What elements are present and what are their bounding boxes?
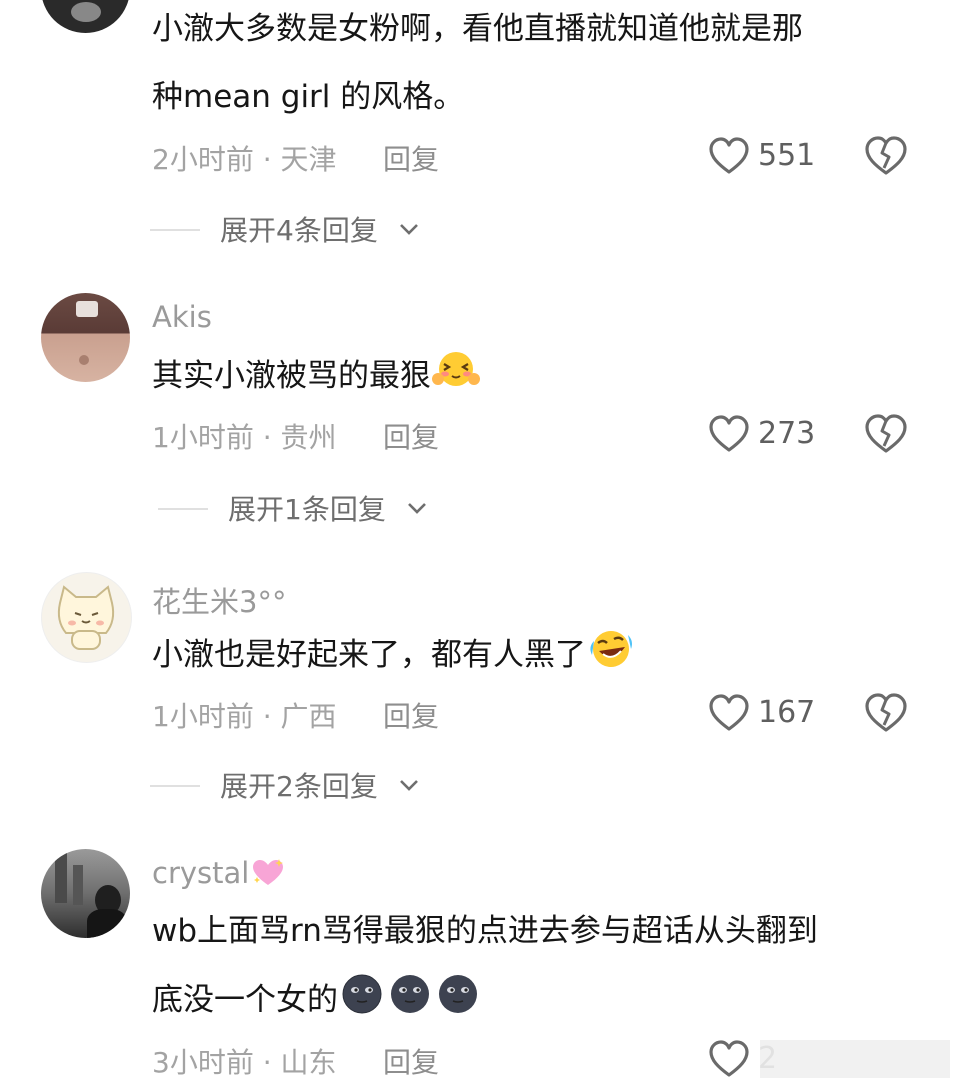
sparkling-heart-emoji	[249, 857, 287, 896]
comment-time: 1小时前	[152, 421, 254, 454]
username-text: crystal	[152, 856, 250, 890]
chevron-down-icon	[408, 503, 426, 514]
reply-button[interactable]: 回复	[383, 416, 439, 456]
expand-replies-label: 展开2条回复	[220, 770, 378, 803]
username[interactable]: Akis	[152, 300, 212, 334]
avatar[interactable]	[41, 572, 132, 663]
comment-text: 其实小澈被骂的最狠	[152, 346, 481, 411]
like-button[interactable]: 273	[708, 414, 828, 454]
reply-button[interactable]: 回复	[383, 138, 439, 178]
dislike-button[interactable]	[864, 413, 908, 457]
comment-location: 天津	[280, 143, 337, 176]
expand-replies-label: 展开1条回复	[228, 493, 386, 526]
broken-heart-icon	[865, 693, 907, 732]
comment-location: 广西	[280, 700, 337, 733]
dislike-button[interactable]	[864, 135, 908, 179]
comment-text-line: wb上面骂rn骂得最狠的点进去参与超话从头翻到	[152, 913, 818, 949]
comment-meta: 3小时前 · 山东	[152, 1046, 337, 1079]
comment-meta: 2小时前 · 天津	[152, 143, 337, 176]
expand-replies-label: 展开4条回复	[220, 214, 378, 247]
divider	[150, 785, 200, 787]
chevron-down-icon	[400, 224, 418, 235]
heart-outline-icon	[709, 694, 749, 731]
comment-text-content: 底没一个女的	[152, 982, 338, 1018]
comment-time: 3小时前	[152, 1046, 254, 1079]
comment-time: 2小时前	[152, 143, 254, 176]
new-moon-face-emoji	[338, 970, 386, 1035]
divider	[150, 229, 200, 231]
expand-replies[interactable]: 展开4条回复	[150, 209, 550, 249]
dislike-button[interactable]	[864, 692, 908, 736]
username[interactable]: 花生米3°°	[152, 579, 286, 621]
heart-outline-icon	[709, 415, 749, 452]
new-moon-face-emoji	[386, 970, 434, 1035]
comment-text-content: 小澈也是好起来了，都有人黑了	[152, 637, 586, 673]
blushing-face-emoji	[431, 346, 481, 411]
expand-replies[interactable]: 展开1条回复	[158, 488, 558, 528]
comment-text-content: 其实小澈被骂的最狠	[152, 358, 431, 394]
reply-button[interactable]: 回复	[383, 1041, 439, 1081]
comment-meta: 1小时前 · 广西	[152, 700, 337, 733]
chevron-down-icon	[400, 780, 418, 791]
avatar[interactable]	[41, 293, 130, 382]
comment-location: 山东	[280, 1046, 337, 1079]
cat-avatar-icon	[57, 585, 115, 650]
broken-heart-icon	[865, 414, 907, 453]
reply-button[interactable]: 回复	[383, 695, 439, 735]
like-count: 167	[758, 695, 816, 730]
new-moon-face-emoji	[434, 970, 482, 1035]
heart-outline-icon	[709, 137, 749, 174]
comment-location: 贵州	[280, 421, 337, 454]
avatar[interactable]	[41, 0, 130, 33]
avatar[interactable]	[41, 849, 130, 938]
comment-meta: 1小时前 · 贵州	[152, 421, 337, 454]
username[interactable]: crystal	[152, 856, 287, 896]
like-count: 273	[758, 416, 816, 451]
like-button[interactable]: 551	[708, 136, 828, 176]
crying-laughing-emoji	[586, 625, 636, 690]
like-button[interactable]: 167	[708, 693, 828, 733]
comment-time: 1小时前	[152, 700, 254, 733]
broken-heart-icon	[865, 136, 907, 175]
comment-text-line: 小澈大多数是女粉啊，看他直播就知道他就是那	[152, 11, 803, 47]
comment-text: 小澈也是好起来了，都有人黑了	[152, 625, 636, 690]
heart-outline-icon	[709, 1040, 749, 1077]
watermark	[760, 1040, 950, 1078]
comment-text-line: 底没一个女的	[152, 970, 482, 1035]
expand-replies[interactable]: 展开2条回复	[150, 765, 550, 805]
divider	[158, 508, 208, 510]
like-count: 551	[758, 138, 816, 173]
comment-text-line: 种mean girl 的风格。	[152, 79, 465, 115]
